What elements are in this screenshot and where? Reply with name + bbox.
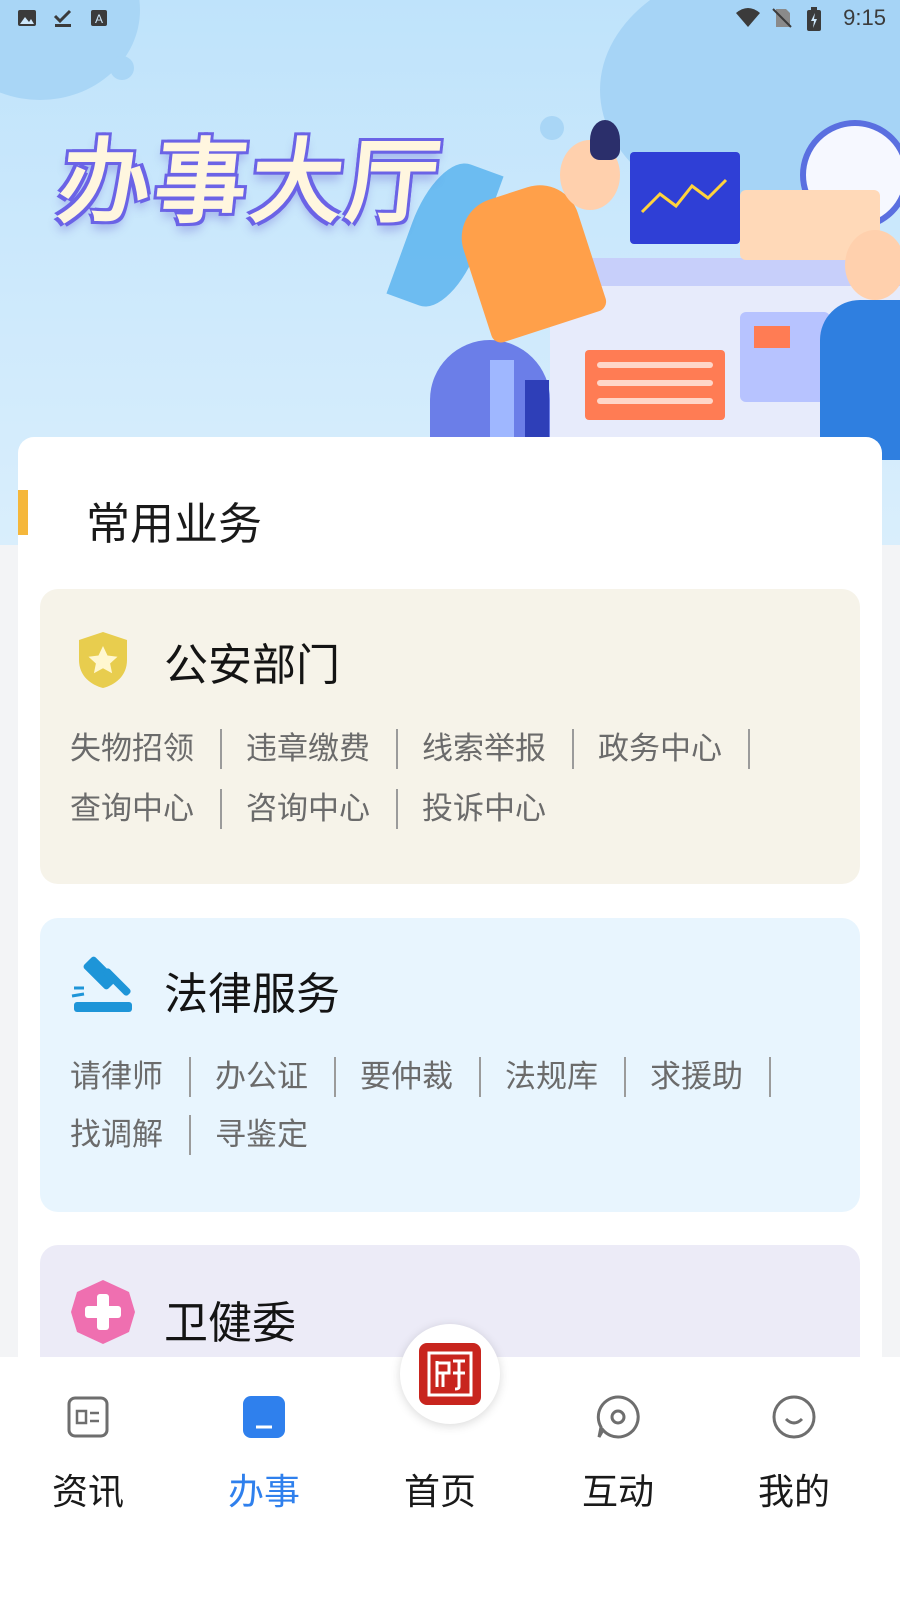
app-a-icon: A (88, 7, 110, 29)
document-illustration (585, 350, 725, 420)
person-head-illustration (845, 230, 900, 300)
nav-interact[interactable]: 互动 (548, 1357, 688, 1537)
monitor-chart-illustration (630, 152, 740, 244)
section-accent-bar (18, 490, 28, 535)
seal-logo-icon (419, 1343, 481, 1405)
link-consult-center[interactable]: 咨询中心 (246, 789, 398, 829)
dept-name: 卫健委 (164, 1298, 296, 1349)
medical-cross-icon (68, 1277, 138, 1347)
police-badge-icon (68, 625, 138, 695)
link-row: 找调解 寻鉴定 (70, 1115, 830, 1155)
link-gov-center[interactable]: 政务中心 (598, 729, 750, 769)
dept-name: 法律服务 (164, 969, 340, 1020)
link-notarization[interactable]: 办公证 (215, 1057, 336, 1097)
affairs-icon (240, 1393, 288, 1441)
hero-title: 办事大厅 (53, 129, 449, 236)
nav-label: 互动 (581, 1472, 654, 1513)
link-law-library[interactable]: 法规库 (505, 1057, 626, 1097)
no-sim-icon (771, 7, 793, 29)
nav-label: 首页 (403, 1472, 476, 1513)
decor-dot (540, 116, 564, 140)
nav-label: 我的 (757, 1472, 830, 1513)
nav-news[interactable]: 资讯 (18, 1357, 158, 1537)
smile-profile-icon (770, 1393, 818, 1441)
link-hire-lawyer[interactable]: 请律师 (70, 1057, 191, 1097)
section-title: 常用业务 (86, 499, 262, 550)
chat-icon (594, 1393, 642, 1441)
nav-label: 资讯 (51, 1472, 124, 1513)
image-icon (16, 7, 38, 29)
person-hair-illustration (590, 120, 620, 160)
status-time: 9:15 (843, 5, 886, 30)
link-lost-and-found[interactable]: 失物招领 (70, 729, 222, 769)
card-illustration (740, 312, 830, 402)
link-complaint-center[interactable]: 投诉中心 (422, 789, 572, 829)
link-tip-report[interactable]: 线索举报 (422, 729, 574, 769)
link-row: 请律师 办公证 要仲裁 法规库 求援助 (70, 1057, 830, 1097)
status-bar: A 9:15 (0, 0, 900, 36)
home-logo-button[interactable] (400, 1324, 500, 1424)
dept-name: 公安部门 (164, 640, 340, 691)
link-query-center[interactable]: 查询中心 (70, 789, 222, 829)
link-row: 查询中心 咨询中心 投诉中心 (70, 789, 830, 829)
news-icon (64, 1393, 112, 1441)
download-done-icon (52, 7, 74, 29)
person-illustration (820, 300, 900, 460)
decor-dot (110, 56, 134, 80)
nav-label: 办事 (227, 1472, 300, 1513)
battery-charging-icon (807, 7, 829, 31)
link-legal-aid[interactable]: 求援助 (650, 1057, 771, 1097)
nav-affairs[interactable]: 办事 (194, 1357, 334, 1537)
link-arbitration[interactable]: 要仲裁 (360, 1057, 481, 1097)
dept-card-police[interactable]: 公安部门 失物招领 违章缴费 线索举报 政务中心 查询中心 咨询中心 投诉中心 (40, 589, 860, 884)
link-appraisal[interactable]: 寻鉴定 (215, 1115, 334, 1155)
dept-card-legal[interactable]: 法律服务 请律师 办公证 要仲裁 法规库 求援助 找调解 寻鉴定 (40, 918, 860, 1212)
link-traffic-fine[interactable]: 违章缴费 (246, 729, 398, 769)
gavel-icon (68, 950, 138, 1020)
nav-mine[interactable]: 我的 (724, 1357, 864, 1537)
link-mediation[interactable]: 找调解 (70, 1115, 191, 1155)
wifi-icon (735, 7, 761, 29)
link-row: 失物招领 违章缴费 线索举报 政务中心 (70, 729, 830, 769)
svg-text:A: A (95, 12, 103, 26)
